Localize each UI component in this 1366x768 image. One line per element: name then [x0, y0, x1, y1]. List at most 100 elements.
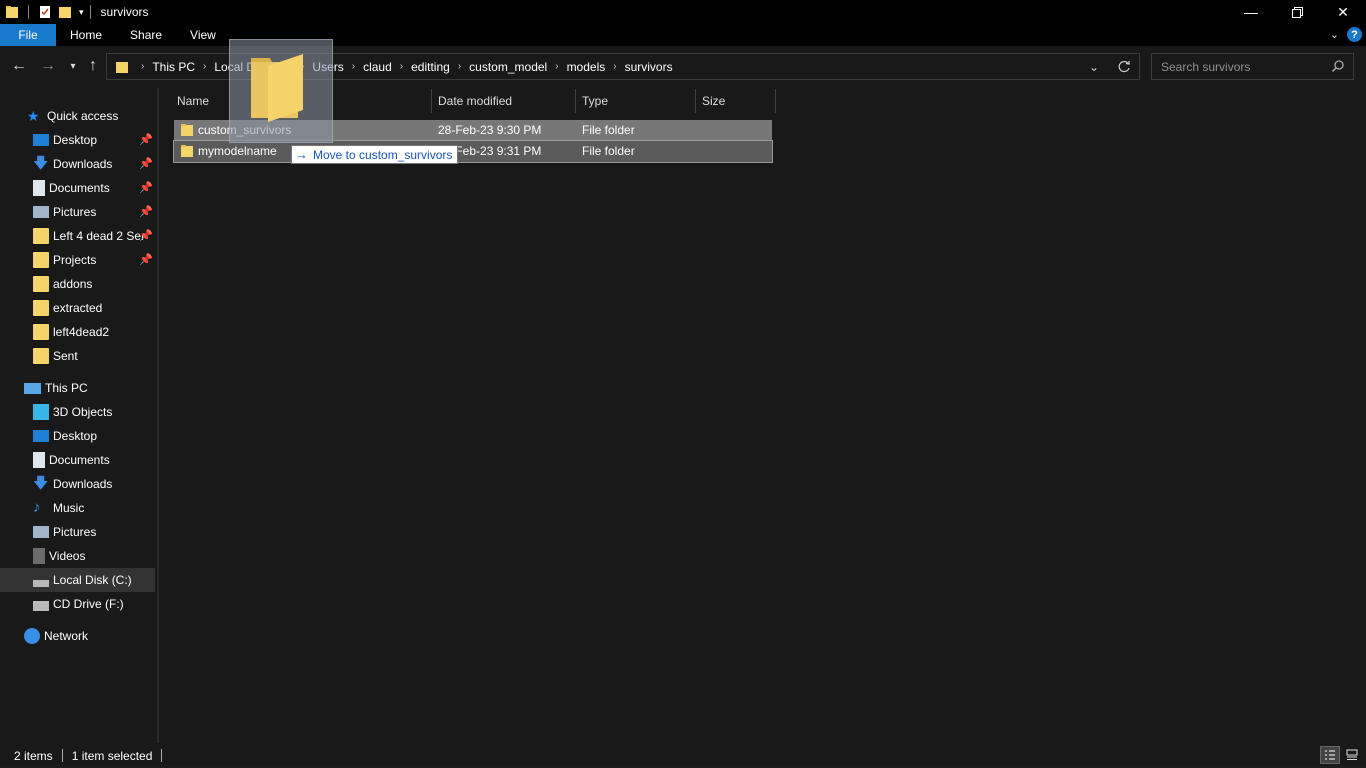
ribbon-right-controls: ⌄ ? [1330, 27, 1362, 42]
ribbon-tabs: File Home Share View ⌄ ? [0, 24, 1366, 46]
refresh-icon [1118, 60, 1130, 73]
window-title: survivors [100, 5, 149, 19]
expand-ribbon-icon[interactable]: ⌄ [1330, 28, 1339, 41]
computer-icon [24, 382, 41, 394]
recent-locations-button[interactable]: ▾ [63, 56, 83, 76]
chevron-right-icon[interactable]: › [458, 61, 461, 72]
close-button[interactable]: ✕ [1320, 0, 1366, 24]
customize-quick-access-icon[interactable]: ▾ [79, 7, 84, 18]
pin-icon[interactable]: 📌 [139, 157, 153, 170]
search-icon [1331, 60, 1344, 73]
sidebar-item-local-disk[interactable]: Local Disk (C:) [0, 568, 155, 592]
view-switcher [1320, 746, 1362, 764]
breadcrumb-models[interactable]: models [567, 60, 606, 74]
divider [89, 5, 91, 19]
tab-home[interactable]: Home [56, 24, 116, 46]
breadcrumb-survivors[interactable]: survivors [625, 60, 673, 74]
help-icon[interactable]: ? [1347, 27, 1362, 42]
sidebar-item-quick-access[interactable]: ★ Quick access [0, 104, 157, 128]
sidebar-item-3d-objects[interactable]: 3D Objects [0, 400, 157, 424]
item-count: 2 items [14, 748, 53, 763]
sidebar-item-addons[interactable]: addons [0, 272, 157, 296]
pin-icon[interactable]: 📌 [139, 205, 153, 218]
sidebar-item-pc-pictures[interactable]: Pictures [0, 520, 157, 544]
sidebar-item-pc-desktop[interactable]: Desktop [0, 424, 157, 448]
document-icon [33, 180, 45, 196]
chevron-right-icon[interactable]: › [400, 61, 403, 72]
star-icon: ★ [27, 108, 40, 124]
folder-icon [251, 54, 303, 122]
sidebar-item-pc-downloads[interactable]: 🡇 Downloads [0, 472, 157, 496]
address-bar-controls: ⌄ [1079, 54, 1139, 79]
sidebar-item-sent[interactable]: Sent [0, 344, 157, 368]
cube-icon [33, 404, 49, 420]
sidebar-item-label: Pictures [53, 205, 97, 219]
sidebar-item-pictures[interactable]: Pictures 📌 [0, 200, 157, 224]
sidebar-item-label: Projects [53, 253, 97, 267]
sidebar-item-label: left4dead2 [53, 325, 110, 339]
sidebar-item-label: Desktop [53, 429, 98, 443]
folder-icon [33, 324, 49, 340]
pin-icon[interactable]: 📌 [139, 253, 153, 266]
window-controls: — ✕ [1228, 0, 1366, 24]
breadcrumb-custom-model[interactable]: custom_model [469, 60, 547, 74]
tab-share[interactable]: Share [116, 24, 176, 46]
sidebar-item-pc-documents[interactable]: Documents [0, 448, 157, 472]
divider [28, 5, 29, 19]
search-box[interactable]: Search survivors [1151, 53, 1354, 80]
sidebar-item-network[interactable]: Network [0, 624, 157, 648]
pin-icon[interactable]: 📌 [139, 229, 153, 242]
sidebar-item-label: Network [44, 629, 89, 643]
column-header-size[interactable]: Size [696, 89, 776, 113]
details-view-button[interactable] [1320, 746, 1340, 764]
sidebar-item-left4dead2[interactable]: left4dead2 [0, 320, 157, 344]
file-name: mymodelname [198, 144, 277, 158]
sidebar-item-projects[interactable]: Projects 📌 [0, 248, 157, 272]
pin-icon[interactable]: 📌 [139, 181, 153, 194]
restore-button[interactable] [1274, 0, 1320, 24]
up-button[interactable]: ↑ [83, 56, 103, 76]
sidebar-item-extracted[interactable]: extracted [0, 296, 157, 320]
tab-file[interactable]: File [0, 24, 56, 46]
navigation-pane: ★ Quick access Desktop 📌 🡇 Downloads 📌 D… [0, 88, 157, 743]
column-header-date[interactable]: Date modified [432, 89, 576, 113]
chevron-right-icon[interactable]: › [141, 61, 144, 72]
refresh-button[interactable] [1109, 54, 1139, 79]
tab-view[interactable]: View [176, 24, 230, 46]
restore-icon [1291, 6, 1303, 18]
address-dropdown-button[interactable]: ⌄ [1079, 54, 1109, 79]
minimize-button[interactable]: — [1228, 0, 1274, 24]
chevron-right-icon[interactable]: › [203, 61, 206, 72]
large-icons-view-button[interactable] [1342, 746, 1362, 764]
breadcrumb-this-pc[interactable]: This PC [152, 60, 195, 74]
sidebar-item-this-pc[interactable]: This PC [0, 376, 157, 400]
table-row[interactable]: mymodelname 28-Feb-23 9:31 PM File folde… [173, 140, 773, 163]
sidebar-item-label: Pictures [53, 525, 97, 539]
sidebar-item-label: Sent [53, 349, 78, 363]
chevron-right-icon[interactable]: › [613, 61, 616, 72]
breadcrumb-editting[interactable]: editting [411, 60, 450, 74]
breadcrumb-claud[interactable]: claud [363, 60, 392, 74]
file-type: File folder [582, 123, 635, 137]
folder-icon [33, 276, 49, 292]
column-header-type[interactable]: Type [576, 89, 696, 113]
drag-preview [229, 39, 333, 143]
forward-button[interactable]: → [38, 56, 58, 76]
download-arrow-icon: 🡇 [33, 475, 49, 492]
sidebar-item-left-4-dead-2-ser[interactable]: Left 4 dead 2 Ser 📌 [0, 224, 157, 248]
sidebar-item-cd-drive[interactable]: CD Drive (F:) [0, 592, 157, 616]
properties-icon[interactable] [38, 5, 52, 19]
cd-drive-icon [33, 601, 49, 611]
sidebar-item-downloads[interactable]: 🡇 Downloads 📌 [0, 152, 157, 176]
pin-icon[interactable]: 📌 [139, 133, 153, 146]
chevron-right-icon[interactable]: › [352, 61, 355, 72]
sidebar-item-videos[interactable]: Videos [0, 544, 157, 568]
sidebar-item-desktop[interactable]: Desktop 📌 [0, 128, 157, 152]
back-button[interactable]: ← [9, 56, 29, 76]
chevron-right-icon[interactable]: › [555, 61, 558, 72]
navigation-bar: ← → ▾ ↑ › This PC › Local Disk (C:) › Us… [0, 46, 1366, 88]
column-label: Type [582, 94, 609, 108]
new-folder-icon[interactable] [58, 5, 72, 19]
sidebar-item-music[interactable]: ♪ Music [0, 496, 157, 520]
sidebar-item-documents[interactable]: Documents 📌 [0, 176, 157, 200]
